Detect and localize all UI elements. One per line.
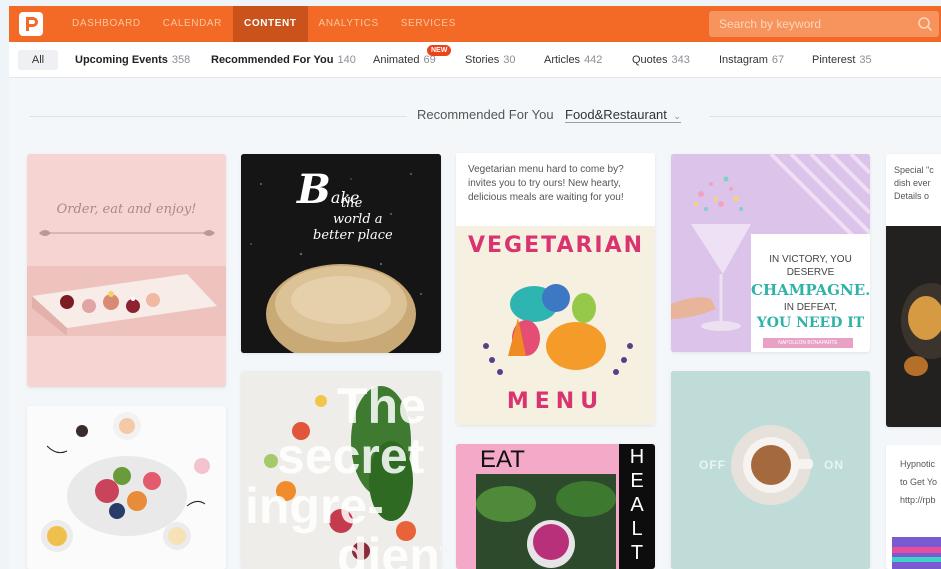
tab-all[interactable]: All (18, 50, 58, 70)
hypnotic-image (892, 537, 941, 569)
tab-count: 140 (337, 54, 356, 66)
content-card-eat-healthy[interactable]: EAT H E A L T (456, 444, 655, 569)
tab-pinterest[interactable]: Pinterest 35 (812, 50, 872, 70)
healthy-letter: L (631, 518, 643, 540)
card-caption-line: Hypnotic (900, 459, 936, 469)
card-title: Order, eat and enjoy! (56, 202, 197, 217)
content-card-hypnotic[interactable]: Hypnotic to Get Yo http://rpb (886, 445, 941, 569)
pastry-box-image (27, 266, 226, 336)
new-badge: NEW (427, 45, 452, 56)
tab-stories[interactable]: Stories 30 (465, 50, 516, 70)
tab-label: Upcoming Events (75, 54, 168, 66)
app-window: DASHBOARD CALENDAR CONTENT ANALYTICS SER… (9, 6, 941, 569)
search-icon[interactable] (917, 16, 933, 32)
tab-label: Pinterest (812, 54, 856, 66)
tab-count: 358 (171, 54, 191, 66)
healthy-letter: H (629, 446, 645, 468)
content-card-vegetarian[interactable]: Vegetarian menu hard to come by? invites… (456, 153, 655, 425)
tab-count: 30 (503, 54, 516, 66)
dropdown-value: Food&Restaurant (565, 107, 667, 122)
content-card-special[interactable]: Special "c dish ever Details o (886, 154, 941, 427)
category-dropdown[interactable]: Food&Restaurant ⌄ (565, 107, 681, 123)
bake-line: better place (313, 228, 393, 243)
chevron-down-icon: ⌄ (673, 111, 681, 121)
nav-services[interactable]: SERVICES (390, 6, 467, 42)
nav-calendar[interactable]: CALENDAR (152, 6, 233, 42)
content-card-champagne[interactable]: IN VICTORY, YOU DESERVE CHAMPAGNE. IN DE… (671, 154, 870, 352)
tab-count: 67 (771, 54, 785, 66)
food-table-image (27, 406, 226, 569)
on-label: ON (824, 458, 844, 472)
flourish-divider (39, 230, 215, 236)
nav-dashboard[interactable]: DASHBOARD (61, 6, 152, 42)
tab-animated[interactable]: Animated 69 (373, 50, 436, 70)
tab-recommended[interactable]: Recommended For You 140 (211, 50, 356, 70)
nav-analytics[interactable]: ANALYTICS (308, 6, 390, 42)
tab-upcoming-events[interactable]: Upcoming Events 358 (75, 50, 190, 70)
divider (29, 116, 407, 117)
content-card-secret-ingredient[interactable]: The secret ingre- dient (241, 371, 441, 569)
card-caption-line: to Get Yo (900, 477, 938, 487)
search-input[interactable] (709, 11, 909, 37)
quote-highlight: CHAMPAGNE. (751, 281, 870, 299)
quote-line: IN DEFEAT, (783, 302, 838, 313)
top-navigation-bar: DASHBOARD CALENDAR CONTENT ANALYTICS SER… (9, 6, 941, 42)
tab-label: Stories (465, 54, 500, 66)
bake-big-letter: B (297, 166, 331, 213)
card-caption: Vegetarian menu hard to come by? invites… (456, 153, 655, 226)
bake-line: world a (333, 212, 383, 227)
healthy-letter: E (630, 470, 644, 492)
tab-label: Recommended For You (211, 54, 334, 66)
tab-instagram[interactable]: Instagram 67 (719, 50, 784, 70)
quote-author: NAPOLEON BONAPARTE (763, 338, 853, 348)
divider (709, 116, 941, 117)
content-card-bake[interactable]: Bake the world a better place (241, 154, 441, 353)
content-card-coffee[interactable]: OFF ON (671, 371, 870, 569)
filter-label: Recommended For You (417, 107, 554, 122)
dessert-plate-image (886, 226, 941, 427)
healthy-letter: A (630, 494, 644, 516)
healthy-letter: T (630, 542, 644, 564)
tab-count: 35 (859, 54, 872, 66)
quote-highlight: YOU NEED IT (756, 315, 865, 331)
tab-label: Animated (373, 54, 420, 66)
tab-label: Instagram (719, 54, 768, 66)
tab-count: 343 (671, 54, 690, 66)
card-caption-line: http://rpb (900, 495, 936, 505)
off-label: OFF (699, 458, 726, 472)
filter-row: Recommended For You Food&Restaurant ⌄ (9, 104, 941, 128)
tab-label: All (31, 54, 45, 66)
vegetarian-title: VEGETARIAN (468, 233, 645, 258)
eat-word: EAT (480, 446, 525, 473)
tab-label: Articles (544, 54, 581, 66)
logo-icon[interactable] (18, 11, 44, 37)
content-card-order[interactable]: Order, eat and enjoy! (27, 154, 226, 387)
content-card-food-table[interactable] (27, 406, 226, 569)
quote-line: DESERVE (786, 267, 835, 278)
search-box (709, 11, 939, 37)
tab-label: Quotes (632, 54, 668, 66)
quote-line: IN VICTORY, YOU (769, 254, 852, 265)
tab-articles[interactable]: Articles 442 (544, 50, 602, 70)
card-caption: Special "c dish ever Details o (886, 154, 941, 226)
tab-count: 442 (584, 54, 603, 66)
main-nav: DASHBOARD CALENDAR CONTENT ANALYTICS SER… (61, 6, 467, 42)
category-tabs: All Upcoming Events 358 Recommended For Y… (9, 42, 941, 78)
secret-title-line: dient (337, 528, 441, 569)
menu-title: MENU (506, 389, 605, 414)
tab-quotes[interactable]: Quotes 343 (632, 50, 690, 70)
nav-content[interactable]: CONTENT (233, 6, 308, 42)
bake-line: the (341, 196, 363, 211)
